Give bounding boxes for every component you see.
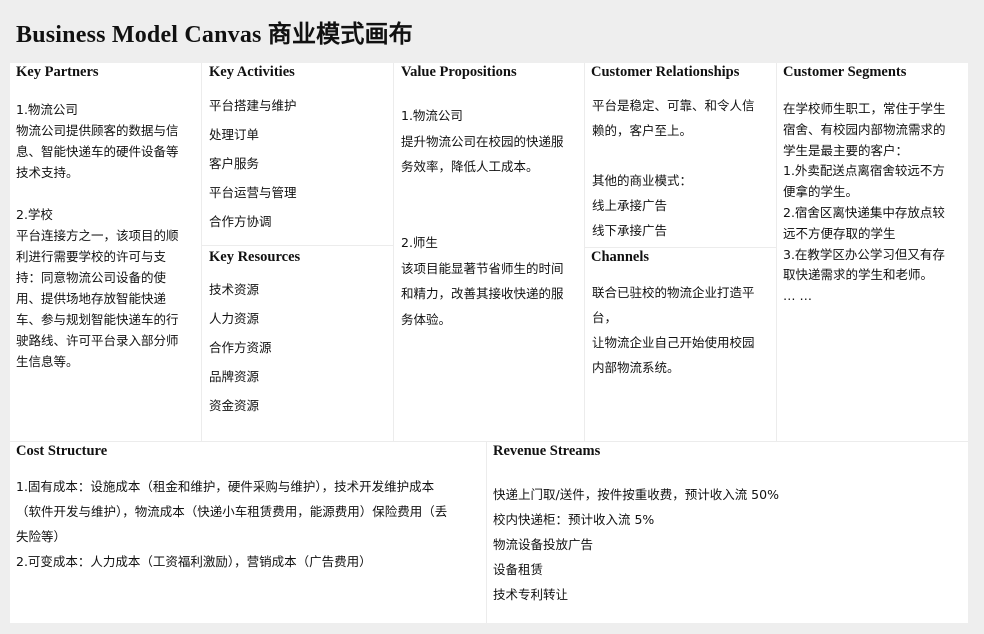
text-line: 1.物流公司 xyxy=(401,108,463,123)
list-item: 合作方资源 xyxy=(209,340,272,355)
text-line: 取快递需求的学生和老师。 xyxy=(783,267,934,283)
text-line: （软件开发与维护），物流成本（快递小车租赁费用，能源费用）保险费用（丢 xyxy=(16,504,448,519)
text-line: 息、智能快递车的硬件设备等 xyxy=(16,144,179,159)
list-item: 技术资源 xyxy=(209,282,260,297)
text-line: 1.物流公司 xyxy=(16,102,78,117)
text-line: 车、参与规划智能快递车的行 xyxy=(16,312,179,327)
key-partners-heading: Key Partners xyxy=(16,64,99,80)
list-item: 平台搭建与维护 xyxy=(209,98,297,113)
text-line: 2.学校 xyxy=(16,207,53,222)
list-item: 校内快递柜：预计收入流 5% xyxy=(493,512,655,527)
text-line: 利进行需要学校的许可与支 xyxy=(16,249,167,264)
channels-section: Channels 联合已驻校的物流企业打造平 台， 让物流企业自己开始使用校园 内部物… xyxy=(585,248,776,441)
list-item: 品牌资源 xyxy=(209,369,260,384)
key-resources-list: 技术资源人力资源合作方资源品牌资源资金资源 xyxy=(209,275,272,420)
text-line: 持：同意物流公司设备的使 xyxy=(16,270,167,285)
text-line: 技术支持。 xyxy=(16,165,79,180)
text-line: 1.外卖配送点离宿舍较远不方 xyxy=(783,163,945,179)
value-proposition-logistics: 1.物流公司提升物流公司在校园的快递服 务效率，降低人工成本。 xyxy=(401,103,564,180)
cost-structure-section: Cost Structure 1.固有成本：设施成本（租金和维护，硬件采购与维护… xyxy=(10,442,486,623)
text-line xyxy=(16,183,179,204)
channels-text: 联合已驻校的物流企业打造平 台， 让物流企业自己开始使用校园 内部物流系统。 xyxy=(592,280,755,380)
revenue-streams-heading: Revenue Streams xyxy=(493,443,601,459)
value-propositions-heading: Value Propositions xyxy=(401,64,517,80)
text-line: 便拿的学生。 xyxy=(783,184,859,200)
key-partners-text: 1.物流公司物流公司提供顾客的数据与信 息、智能快递车的硬件设备等 技术支持。 2.… xyxy=(16,99,179,372)
list-item: 设备租赁 xyxy=(493,562,544,577)
text-line: 1.固有成本：设施成本（租金和维护，硬件采购与维护），技术开发维护成本 xyxy=(16,479,435,494)
text-line: 赖的，客户至上。 xyxy=(592,123,693,138)
text-line: 让物流企业自己开始使用校园 xyxy=(592,335,755,350)
customer-relationships-text: 平台是稳定、可靠、和令人信 赖的，客户至上。 其他的商业模式： 线上承接广告 线下承接… xyxy=(592,93,755,243)
business-model-canvas: Key Partners 1.物流公司物流公司提供顾客的数据与信 息、智能快递车的… xyxy=(10,63,968,623)
text-line: 平台是稳定、可靠、和令人信 xyxy=(592,98,755,113)
key-partners-section: Key Partners 1.物流公司物流公司提供顾客的数据与信 息、智能快递车的… xyxy=(10,63,201,441)
text-line: 内部物流系统。 xyxy=(592,360,680,375)
text-line: 物流公司提供顾客的数据与信 xyxy=(16,123,179,138)
text-line: 其他的商业模式： xyxy=(592,173,693,188)
text-line: 2.宿舍区离快递集中存放点较 xyxy=(783,204,945,220)
text-line: 平台连接方之一，该项目的顺 xyxy=(16,228,179,243)
text-line: 远不方便存取的学生 xyxy=(783,225,896,241)
text-line: 用、提供场地存放智能快递 xyxy=(16,291,167,306)
list-item: 合作方协调 xyxy=(209,214,272,229)
list-item: 平台运营与管理 xyxy=(209,185,297,200)
text-line: 和精力，改善其接收快递的服 xyxy=(401,286,564,301)
text-line: 提升物流公司在校园的快递服 xyxy=(401,133,564,149)
value-proposition-teachers-students: 2.师生该项目能显著节省师生的时间 和精力，改善其接收快递的服 务体验。 xyxy=(401,230,564,332)
customer-relationships-heading: Customer Relationships xyxy=(591,64,740,80)
text-line: 该项目能显著节省师生的时间 xyxy=(401,260,564,276)
page-title: Business Model Canvas 商业模式画布 xyxy=(16,22,413,48)
text-line: 线下承接广告 xyxy=(592,223,668,238)
text-line: 3.在教学区办公学习但又有存 xyxy=(783,246,945,262)
customer-segments-section: Customer Segments 在学校师生职工，常住于学生 宿舍、有校园内部物… xyxy=(777,63,968,441)
list-item: 资金资源 xyxy=(209,398,260,413)
revenue-streams-list: 快递上门取/送件，按件按重收费，预计收入流 50% 校内快递柜：预计收入流 5% 物… xyxy=(493,482,779,607)
channels-heading: Channels xyxy=(591,249,650,265)
text-line: 台， xyxy=(592,310,618,325)
text-line: 失险等） xyxy=(16,529,67,544)
customer-relationships-section: Customer Relationships 平台是稳定、可靠、和令人信 赖的，客… xyxy=(585,63,776,247)
list-item: 人力资源 xyxy=(209,311,260,326)
text-line: 驶路线、许可平台录入部分师 xyxy=(16,333,179,348)
text-line: 生信息等。 xyxy=(16,354,79,369)
list-item: 技术专利转让 xyxy=(493,587,569,602)
cost-structure-heading: Cost Structure xyxy=(16,443,108,459)
key-activities-section: Key Activities 平台搭建与维护 处理订单客户服务平台运营与管理 合作方… xyxy=(202,63,393,245)
text-line: 务效率，降低人工成本。 xyxy=(401,159,539,174)
key-resources-heading: Key Resources xyxy=(209,249,301,265)
text-line: 学生是最主要的客户： xyxy=(783,142,909,158)
text-line: 在学校师生职工，常住于学生 xyxy=(783,101,946,116)
text-line: 联合已驻校的物流企业打造平 xyxy=(592,285,755,300)
key-activities-heading: Key Activities xyxy=(209,64,295,80)
customer-segments-text: 在学校师生职工，常住于学生 宿舍、有校园内部物流需求的 学生是最主要的客户： 1.外卖… xyxy=(783,99,946,307)
text-line: 线上承接广告 xyxy=(592,198,668,213)
value-propositions-section: Value Propositions 1.物流公司提升物流公司在校园的快递服 务效… xyxy=(394,63,584,441)
key-resources-section: Key Resources 技术资源人力资源合作方资源品牌资源资金资源 xyxy=(202,246,393,441)
cost-structure-text: 1.固有成本：设施成本（租金和维护，硬件采购与维护），技术开发维护成本 （软件开发… xyxy=(16,474,447,574)
key-activities-list: 平台搭建与维护 处理订单客户服务平台运营与管理 合作方协调 xyxy=(209,91,297,236)
text-line: 2.师生 xyxy=(401,235,438,250)
revenue-streams-section: Revenue Streams 快递上门取/送件，按件按重收费，预计收入流 50… xyxy=(487,442,968,623)
list-item: 快递上门取/送件，按件按重收费，预计收入流 50% xyxy=(493,487,779,502)
list-item: 物流设备投放广告 xyxy=(493,537,594,552)
list-item: 客户服务 xyxy=(209,156,260,171)
list-item: 处理订单 xyxy=(209,127,260,142)
text-line xyxy=(592,143,755,168)
text-line: 2.可变成本：人力成本（工资福利激励），营销成本（广告费用） xyxy=(16,554,372,569)
text-line: 务体验。 xyxy=(401,311,452,327)
customer-segments-heading: Customer Segments xyxy=(783,64,907,80)
text-line: … … xyxy=(783,288,812,304)
text-line: 宿舍、有校园内部物流需求的 xyxy=(783,121,946,137)
